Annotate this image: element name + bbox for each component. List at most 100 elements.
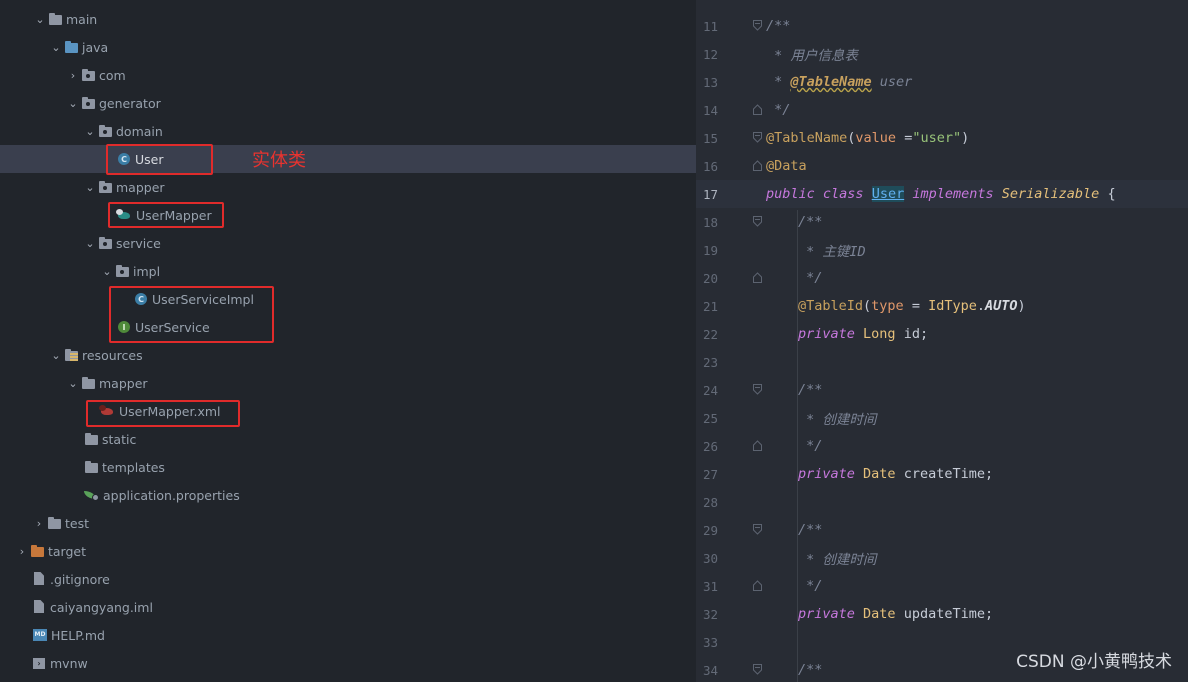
tree-item-mapper[interactable]: ⌄ mapper (0, 173, 696, 201)
code-line[interactable]: 22 private Long id; (696, 320, 1188, 348)
fold-close-icon[interactable] (753, 272, 762, 283)
chevron-down-icon[interactable]: ⌄ (82, 237, 98, 250)
comment-text: 用户信息表 (790, 48, 858, 64)
fold-open-icon[interactable] (753, 132, 762, 143)
chevron-down-icon[interactable]: ⌄ (82, 125, 98, 138)
fold-open-icon[interactable] (753, 216, 762, 227)
tree-item-user[interactable]: C User (0, 145, 696, 173)
tree-item-gitignore[interactable]: .gitignore (0, 565, 696, 593)
chevron-right-icon[interactable]: › (31, 517, 47, 530)
tree-item-com[interactable]: › com (0, 61, 696, 89)
code-line[interactable]: 16 @Data (696, 152, 1188, 180)
line-number: 31 (702, 578, 718, 594)
tree-item-userservice[interactable]: I UserService (0, 313, 696, 341)
fold-close-icon[interactable] (753, 580, 762, 591)
code-line[interactable]: 21 @TableId(type = IdType.AUTO) (696, 292, 1188, 320)
tree-item-label: java (82, 39, 109, 55)
code-text: * 用户信息表 (766, 44, 858, 64)
tree-item-main[interactable]: ⌄ main (0, 5, 696, 33)
tree-item-help-md[interactable]: MD HELP.md (0, 621, 696, 649)
code-line[interactable]: 23 (696, 348, 1188, 376)
type-token: Long (863, 326, 896, 342)
chevron-down-icon[interactable]: ⌄ (65, 377, 81, 390)
code-line[interactable]: 12 * 用户信息表 (696, 40, 1188, 68)
tree-item-service[interactable]: ⌄ service (0, 229, 696, 257)
chevron-down-icon[interactable]: ⌄ (32, 13, 48, 26)
string-token: "user" (912, 130, 962, 146)
chevron-down-icon[interactable]: ⌄ (99, 265, 115, 278)
line-number: 21 (702, 298, 718, 314)
fold-open-icon[interactable] (753, 524, 762, 535)
project-tree-panel: ⌄ main ⌄ java › com ⌄ generator ⌄ domain… (0, 0, 696, 682)
code-line[interactable]: 24 /** (696, 376, 1188, 404)
code-line[interactable]: 28 (696, 488, 1188, 516)
chevron-down-icon[interactable]: ⌄ (48, 349, 64, 362)
fold-open-icon[interactable] (753, 664, 762, 675)
tree-item-label: mapper (116, 179, 165, 195)
code-line[interactable]: 27 private Date createTime; (696, 460, 1188, 488)
code-line-current[interactable]: 17 public class User implements Serializ… (696, 180, 1188, 208)
code-line[interactable]: 26 */ (696, 432, 1188, 460)
tree-item-test[interactable]: › test (0, 509, 696, 537)
code-line[interactable]: 25 * 创建时间 (696, 404, 1188, 432)
brace-token: { (1099, 186, 1116, 202)
tree-item-static[interactable]: static (0, 425, 696, 453)
tree-item-mvnw[interactable]: › mvnw (0, 649, 696, 677)
type-token: Date (863, 466, 896, 482)
tree-item-res-mapper[interactable]: ⌄ mapper (0, 369, 696, 397)
chevron-right-icon[interactable]: › (65, 69, 81, 82)
line-number: 19 (702, 242, 718, 258)
code-text: * @TableName user (766, 74, 912, 90)
fold-close-icon[interactable] (753, 160, 762, 171)
fold-open-icon[interactable] (753, 20, 762, 31)
tree-item-templates[interactable]: templates (0, 453, 696, 481)
chevron-down-icon[interactable]: ⌄ (82, 181, 98, 194)
code-line[interactable]: 14 */ (696, 96, 1188, 124)
code-line[interactable]: 11 /** (696, 12, 1188, 40)
code-editor[interactable]: 11 /** 12 * 用户信息表 13 * @TableName user 1… (696, 0, 1188, 682)
tree-item-java[interactable]: ⌄ java (0, 33, 696, 61)
tree-item-label: main (66, 11, 98, 27)
paren-token: ) (961, 130, 970, 146)
code-line[interactable]: 31 */ (696, 572, 1188, 600)
code-text: private Long id; (798, 326, 928, 342)
fold-close-icon[interactable] (753, 440, 762, 451)
code-line[interactable]: 13 * @TableName user (696, 68, 1188, 96)
code-line[interactable]: 29 /** (696, 516, 1188, 544)
chevron-down-icon[interactable]: ⌄ (65, 97, 81, 110)
tree-item-application-properties[interactable]: application.properties (0, 481, 696, 509)
tree-item-resources[interactable]: ⌄ resources (0, 341, 696, 369)
tree-item-label: com (99, 67, 126, 83)
code-line[interactable]: 15 @TableName(value ="user") (696, 124, 1188, 152)
code-line[interactable]: 30 * 创建时间 (696, 544, 1188, 572)
code-line[interactable]: 18 /** (696, 208, 1188, 236)
chevron-right-icon[interactable]: › (14, 545, 30, 558)
code-line[interactable]: 19 * 主键ID (696, 236, 1188, 264)
tree-item-userserviceimpl[interactable]: C UserServiceImpl (0, 285, 696, 313)
fold-close-icon[interactable] (753, 104, 762, 115)
comment-text: 创建时间 (822, 412, 877, 428)
field-token: createTime; (895, 466, 994, 482)
tree-item-target[interactable]: › target (0, 537, 696, 565)
tree-item-generator[interactable]: ⌄ generator (0, 89, 696, 117)
watermark: CSDN @小黄鸭技术 (1016, 652, 1172, 672)
code-line[interactable]: 32 private Date updateTime; (696, 600, 1188, 628)
code-text: /** (798, 522, 823, 538)
fold-open-icon[interactable] (753, 384, 762, 395)
tree-item-usermapper[interactable]: UserMapper (0, 201, 696, 229)
code-text: /** (798, 382, 823, 398)
code-line[interactable]: 20 */ (696, 264, 1188, 292)
folder-icon (48, 12, 63, 26)
comment-text: 创建时间 (822, 552, 877, 568)
source-folder-icon (64, 40, 79, 54)
tree-item-impl[interactable]: ⌄ impl (0, 257, 696, 285)
tree-item-label: target (48, 543, 87, 559)
chevron-down-icon[interactable]: ⌄ (48, 41, 64, 54)
field-token: updateTime; (895, 606, 994, 622)
comment-prefix: * (798, 412, 823, 428)
tree-item-label: generator (99, 95, 161, 111)
line-number: 27 (702, 466, 718, 482)
tree-item-iml[interactable]: caiyangyang.iml (0, 593, 696, 621)
paren-token: ( (863, 298, 872, 314)
tree-item-domain[interactable]: ⌄ domain (0, 117, 696, 145)
